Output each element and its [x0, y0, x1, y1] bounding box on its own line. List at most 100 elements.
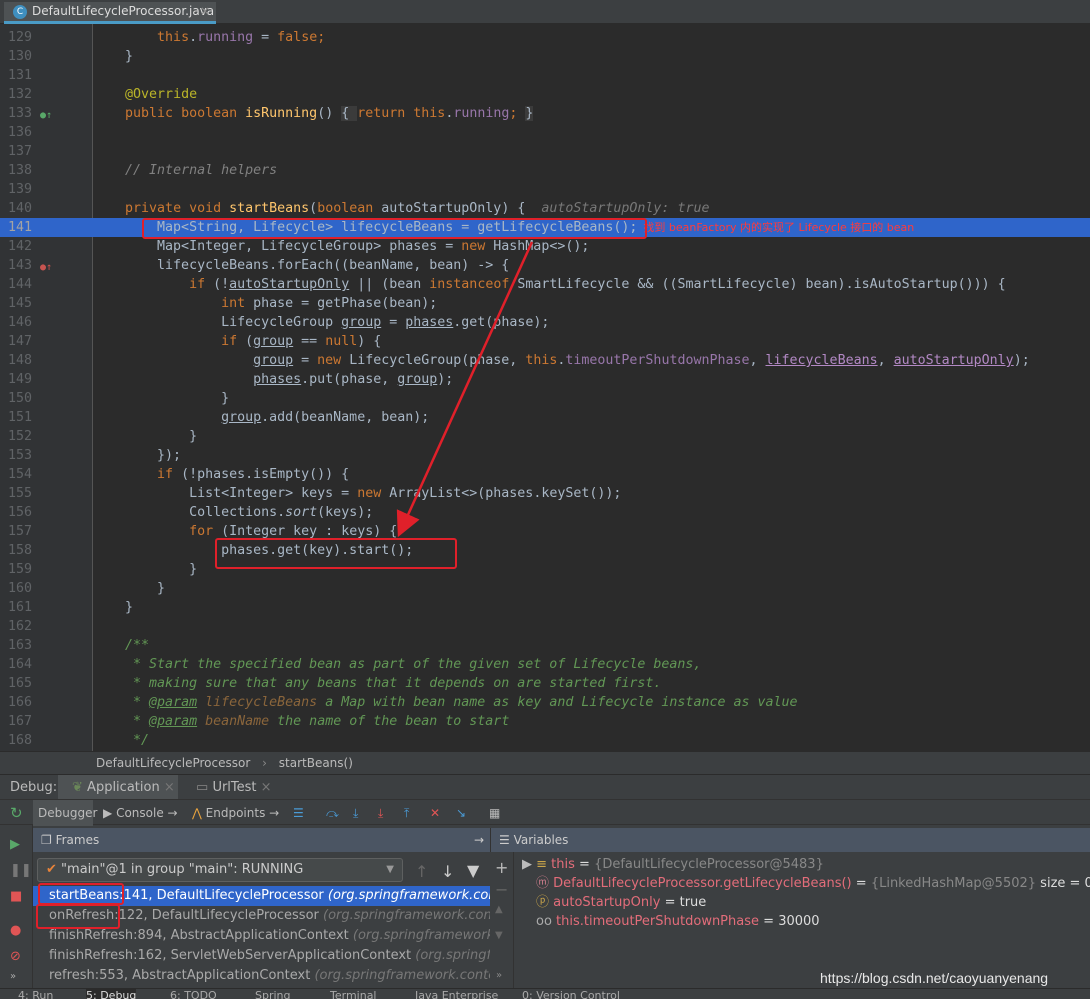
- move-up-icon[interactable]: ▲: [495, 904, 503, 915]
- frame-method: finishRefresh:162, ServletWebServerAppli…: [49, 948, 416, 963]
- variable-name: autoStartupOnly: [553, 895, 661, 910]
- step-over-icon[interactable]: ⤼: [326, 800, 339, 826]
- stop-icon[interactable]: ■: [10, 889, 22, 904]
- frames-icon: ❐: [41, 833, 52, 847]
- breadcrumb-separator: ›: [262, 756, 267, 770]
- resume-icon[interactable]: ▶: [10, 837, 20, 852]
- frames-list-icon[interactable]: ☰: [293, 800, 304, 826]
- debug-label: Debug:: [10, 780, 58, 795]
- add-watch-icon[interactable]: +: [495, 858, 508, 877]
- frame-package: (org.springframework.context.support): [352, 928, 490, 943]
- variables-header: ☰ Variables: [490, 828, 1090, 852]
- evaluate-expression-icon[interactable]: ▦: [489, 800, 500, 826]
- view-breakpoints-icon[interactable]: ●: [10, 923, 21, 938]
- tab-endpoints[interactable]: ⋀ Endpoints →: [192, 800, 279, 826]
- parameter-icon: ⓟ: [536, 895, 554, 910]
- move-down-icon[interactable]: ▼: [495, 930, 503, 941]
- variables-panel: ▶ ≡ this = {DefaultLifecycleProcessor@54…: [514, 852, 1090, 988]
- variable-name: this: [551, 857, 575, 872]
- frame-package: (org.springframework.context.support): [314, 968, 490, 983]
- highlight-box-frame-startbeans: [38, 883, 124, 905]
- breadcrumb: DefaultLifecycleProcessor › startBeans(): [0, 751, 1090, 773]
- variable-row[interactable]: ⓜ DefaultLifecycleProcessor.getLifecycle…: [536, 874, 1090, 893]
- variable-eq: =: [851, 876, 871, 891]
- field-icon: ≡: [536, 857, 552, 872]
- tab-label: UrlTest: [212, 780, 257, 795]
- frame-method: refresh:553, AbstractApplicationContext: [49, 968, 315, 983]
- watch-icon: oo: [536, 914, 557, 929]
- debug-side-toolbar: ▶ ❚❚ ■ ● ⊘ »: [0, 825, 33, 988]
- step-into-icon[interactable]: ⤓: [353, 800, 358, 826]
- spring-icon: ❦: [72, 780, 83, 795]
- mute-breakpoints-icon[interactable]: ⊘: [10, 949, 21, 964]
- tab-label: Console: [116, 806, 164, 820]
- breadcrumb-method[interactable]: startBeans(): [279, 756, 353, 770]
- tab-application[interactable]: ❦ Application ×: [58, 775, 178, 799]
- tab-label: Endpoints: [205, 806, 266, 820]
- frames-title: Frames: [55, 833, 100, 847]
- tool-tab[interactable]: 5: Debug: [86, 989, 137, 999]
- tool-tab[interactable]: 4: Run: [18, 989, 53, 999]
- variable-eq: =: [574, 857, 595, 872]
- variable-value: {DefaultLifecycleProcessor@5483}: [594, 857, 824, 872]
- tool-window-bar: 4: Run 5: Debug 6: TODO Spring Terminal Java …: [0, 988, 1090, 999]
- next-frame-icon[interactable]: ↓: [441, 862, 454, 881]
- drop-frame-icon[interactable]: ✕: [430, 800, 440, 826]
- variable-row[interactable]: oo this.timeoutPerShutdownPhase = 30000: [536, 912, 820, 931]
- frame-item[interactable]: refresh:553, AbstractApplicationContext …: [33, 966, 490, 986]
- more-icon[interactable]: »: [496, 970, 502, 981]
- frame-item[interactable]: finishRefresh:162, ServletWebServerAppli…: [33, 946, 490, 966]
- previous-frame-icon[interactable]: ↑: [415, 862, 428, 881]
- highlight-box-getlifecyclebeans: [142, 218, 647, 239]
- endpoints-icon: ⋀: [192, 806, 202, 820]
- breadcrumb-class[interactable]: DefaultLifecycleProcessor: [96, 756, 250, 770]
- frame-package: (org.springframework.boot.web): [415, 948, 490, 963]
- tool-tab[interactable]: Terminal: [330, 989, 377, 999]
- rerun-icon[interactable]: ↻: [10, 800, 23, 826]
- close-icon[interactable]: ×: [261, 780, 272, 795]
- frame-package: (org.springframework.context.support): [323, 908, 490, 923]
- variable-value: {LinkedHashMap@5502}: [870, 876, 1037, 891]
- frame-item[interactable]: finishRefresh:894, AbstractApplicationCo…: [33, 926, 490, 946]
- highlight-box-start: [215, 538, 457, 569]
- highlight-box-frame-onrefresh: [36, 904, 120, 929]
- watermark: https://blog.csdn.net/caoyuanyenang: [820, 970, 1049, 986]
- variable-row[interactable]: ▶ ≡ this = {DefaultLifecycleProcessor@54…: [522, 855, 824, 874]
- frames-header: ❐ Frames →: [33, 828, 490, 852]
- expand-icon[interactable]: ▶: [522, 857, 536, 872]
- method-return-icon: ⓜ: [536, 876, 554, 891]
- annotation-arrow: [396, 241, 534, 538]
- annotation-overlay: [396, 241, 534, 538]
- remove-watch-icon[interactable]: −: [495, 880, 508, 899]
- thread-selector[interactable]: ✔ "main"@1 in group "main": RUNNING ▼: [37, 858, 403, 882]
- pin-icon[interactable]: →: [474, 828, 484, 852]
- step-out-icon[interactable]: ⤒: [404, 800, 409, 826]
- run-to-cursor-icon[interactable]: ↘: [456, 800, 466, 826]
- variable-row[interactable]: ⓟ autoStartupOnly = true: [536, 893, 706, 912]
- debug-tab-bar: Debug: ❦ Application × ▭ UrlTest ×: [0, 774, 1090, 799]
- tool-tab[interactable]: 6: TODO: [170, 989, 217, 999]
- filter-icon[interactable]: ▼: [467, 861, 479, 880]
- pause-icon[interactable]: ❚❚: [10, 863, 32, 878]
- tab-debugger[interactable]: Debugger: [33, 800, 97, 826]
- tab-urltest[interactable]: ▭ UrlTest ×: [196, 775, 272, 800]
- frame-package: (org.springframework.context.support): [327, 888, 490, 903]
- variable-value: 30000: [778, 914, 820, 929]
- tab-console[interactable]: ▶ Console →: [103, 800, 178, 826]
- console-icon: ▶: [103, 806, 113, 820]
- variable-eq: =: [660, 895, 680, 910]
- variable-name: this.timeoutPerShutdownPhase: [556, 914, 760, 929]
- window-icon: ▭: [196, 780, 209, 795]
- force-step-into-icon[interactable]: ⤓: [378, 800, 383, 826]
- variable-value: true: [679, 895, 707, 910]
- tab-label: Application: [87, 780, 160, 795]
- tool-tab[interactable]: Spring: [255, 989, 291, 999]
- more-icon[interactable]: »: [10, 971, 16, 982]
- tool-tab[interactable]: Java Enterprise: [415, 989, 498, 999]
- tool-tab[interactable]: 0: Version Control: [522, 989, 620, 999]
- variables-side-toolbar: + − ▲ ▼ »: [490, 852, 514, 988]
- debug-toolbar: ↻ Debugger ▶ Console → ⋀ Endpoints → ☰ ⤼…: [0, 799, 1090, 826]
- variable-name: DefaultLifecycleProcessor.getLifecycleBe…: [553, 876, 852, 891]
- close-icon[interactable]: ×: [164, 780, 175, 795]
- thread-label: "main"@1 in group "main": RUNNING: [61, 862, 304, 877]
